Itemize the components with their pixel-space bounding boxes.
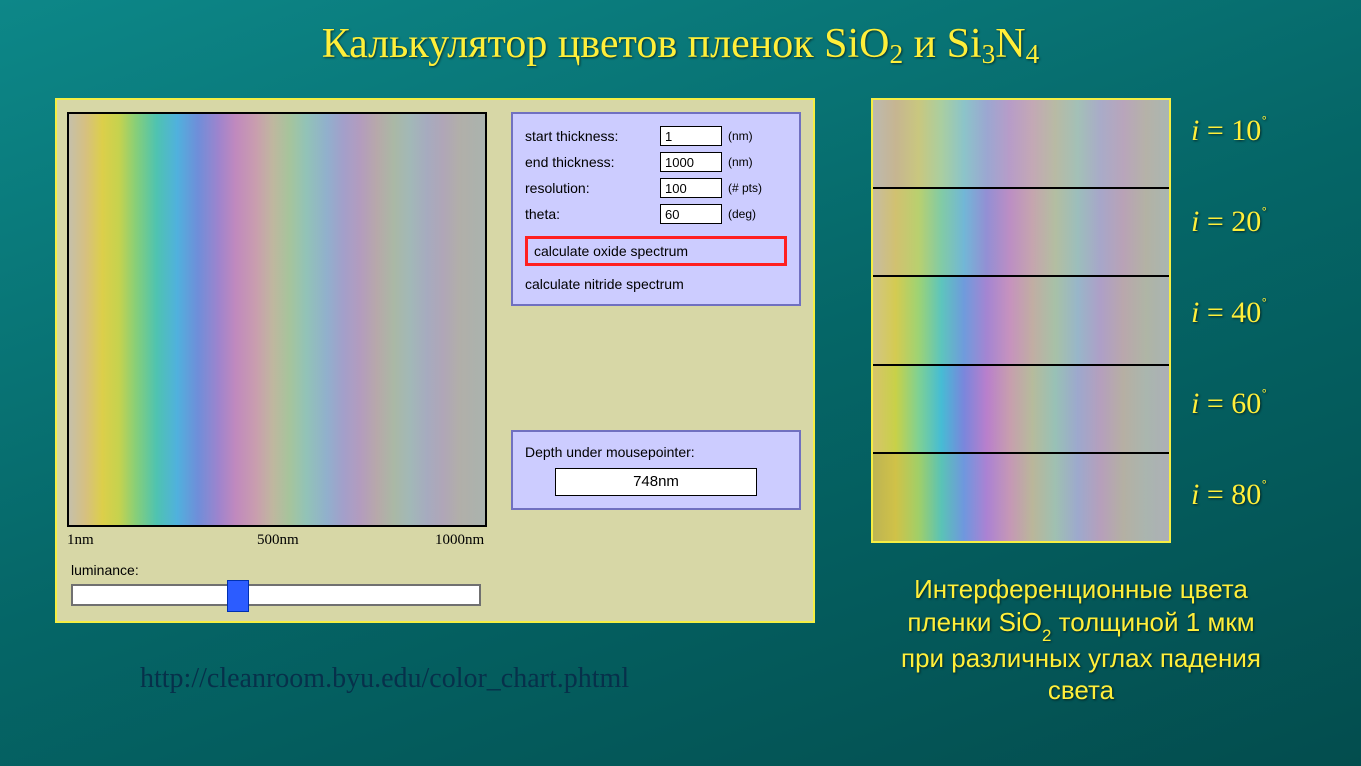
start-thickness-input[interactable] bbox=[660, 126, 722, 146]
theta-label: theta: bbox=[525, 206, 660, 222]
angle-labels: i = 10˚ i = 20˚ i = 40˚ i = 60˚ i = 80˚ bbox=[1191, 113, 1321, 568]
angle-label-80: i = 80˚ bbox=[1191, 477, 1321, 512]
angle-strip-40 bbox=[873, 277, 1169, 366]
angle-label-20: i = 20˚ bbox=[1191, 204, 1321, 239]
axis-tick-end: 1000nm bbox=[435, 532, 484, 549]
angle-comparison-panel bbox=[871, 98, 1171, 543]
resolution-unit: (# pts) bbox=[728, 181, 762, 195]
depth-readout-panel: Depth under mousepointer: 748nm bbox=[511, 430, 801, 510]
luminance-slider[interactable] bbox=[71, 584, 481, 606]
calculator-panel: 1nm 500nm 1000nm start thickness: (nm) e… bbox=[55, 98, 815, 623]
spectrum-display[interactable] bbox=[67, 112, 487, 527]
luminance-label: luminance: bbox=[71, 562, 139, 578]
start-thickness-label: start thickness: bbox=[525, 128, 660, 144]
end-thickness-unit: (nm) bbox=[728, 155, 753, 169]
theta-input[interactable] bbox=[660, 204, 722, 224]
angle-label-60: i = 60˚ bbox=[1191, 386, 1321, 421]
angle-strip-10 bbox=[873, 100, 1169, 189]
angle-label-40: i = 40˚ bbox=[1191, 295, 1321, 330]
calculate-oxide-button[interactable]: calculate oxide spectrum bbox=[525, 236, 787, 266]
depth-readout-value: 748nm bbox=[555, 468, 757, 496]
resolution-input[interactable] bbox=[660, 178, 722, 198]
source-url: http://cleanroom.byu.edu/color_chart.pht… bbox=[140, 663, 629, 695]
angle-caption: Интерференционные цвета пленки SiO2 толщ… bbox=[831, 573, 1331, 707]
angle-strip-60 bbox=[873, 366, 1169, 455]
start-thickness-unit: (nm) bbox=[728, 129, 753, 143]
depth-readout-label: Depth under mousepointer: bbox=[525, 444, 787, 460]
luminance-slider-thumb[interactable] bbox=[227, 580, 249, 612]
resolution-label: resolution: bbox=[525, 180, 660, 196]
angle-label-10: i = 10˚ bbox=[1191, 113, 1321, 148]
theta-unit: (deg) bbox=[728, 207, 756, 221]
angle-strip-20 bbox=[873, 189, 1169, 278]
page-title: Калькулятор цветов пленок SiO2 и Si3N4 bbox=[0, 0, 1361, 68]
end-thickness-label: end thickness: bbox=[525, 154, 660, 170]
parameter-form: start thickness: (nm) end thickness: (nm… bbox=[511, 112, 801, 306]
angle-strip-80 bbox=[873, 454, 1169, 541]
axis-tick-start: 1nm bbox=[67, 532, 94, 549]
axis-tick-mid: 500nm bbox=[257, 532, 299, 549]
end-thickness-input[interactable] bbox=[660, 152, 722, 172]
calculate-nitride-button[interactable]: calculate nitride spectrum bbox=[525, 272, 787, 296]
